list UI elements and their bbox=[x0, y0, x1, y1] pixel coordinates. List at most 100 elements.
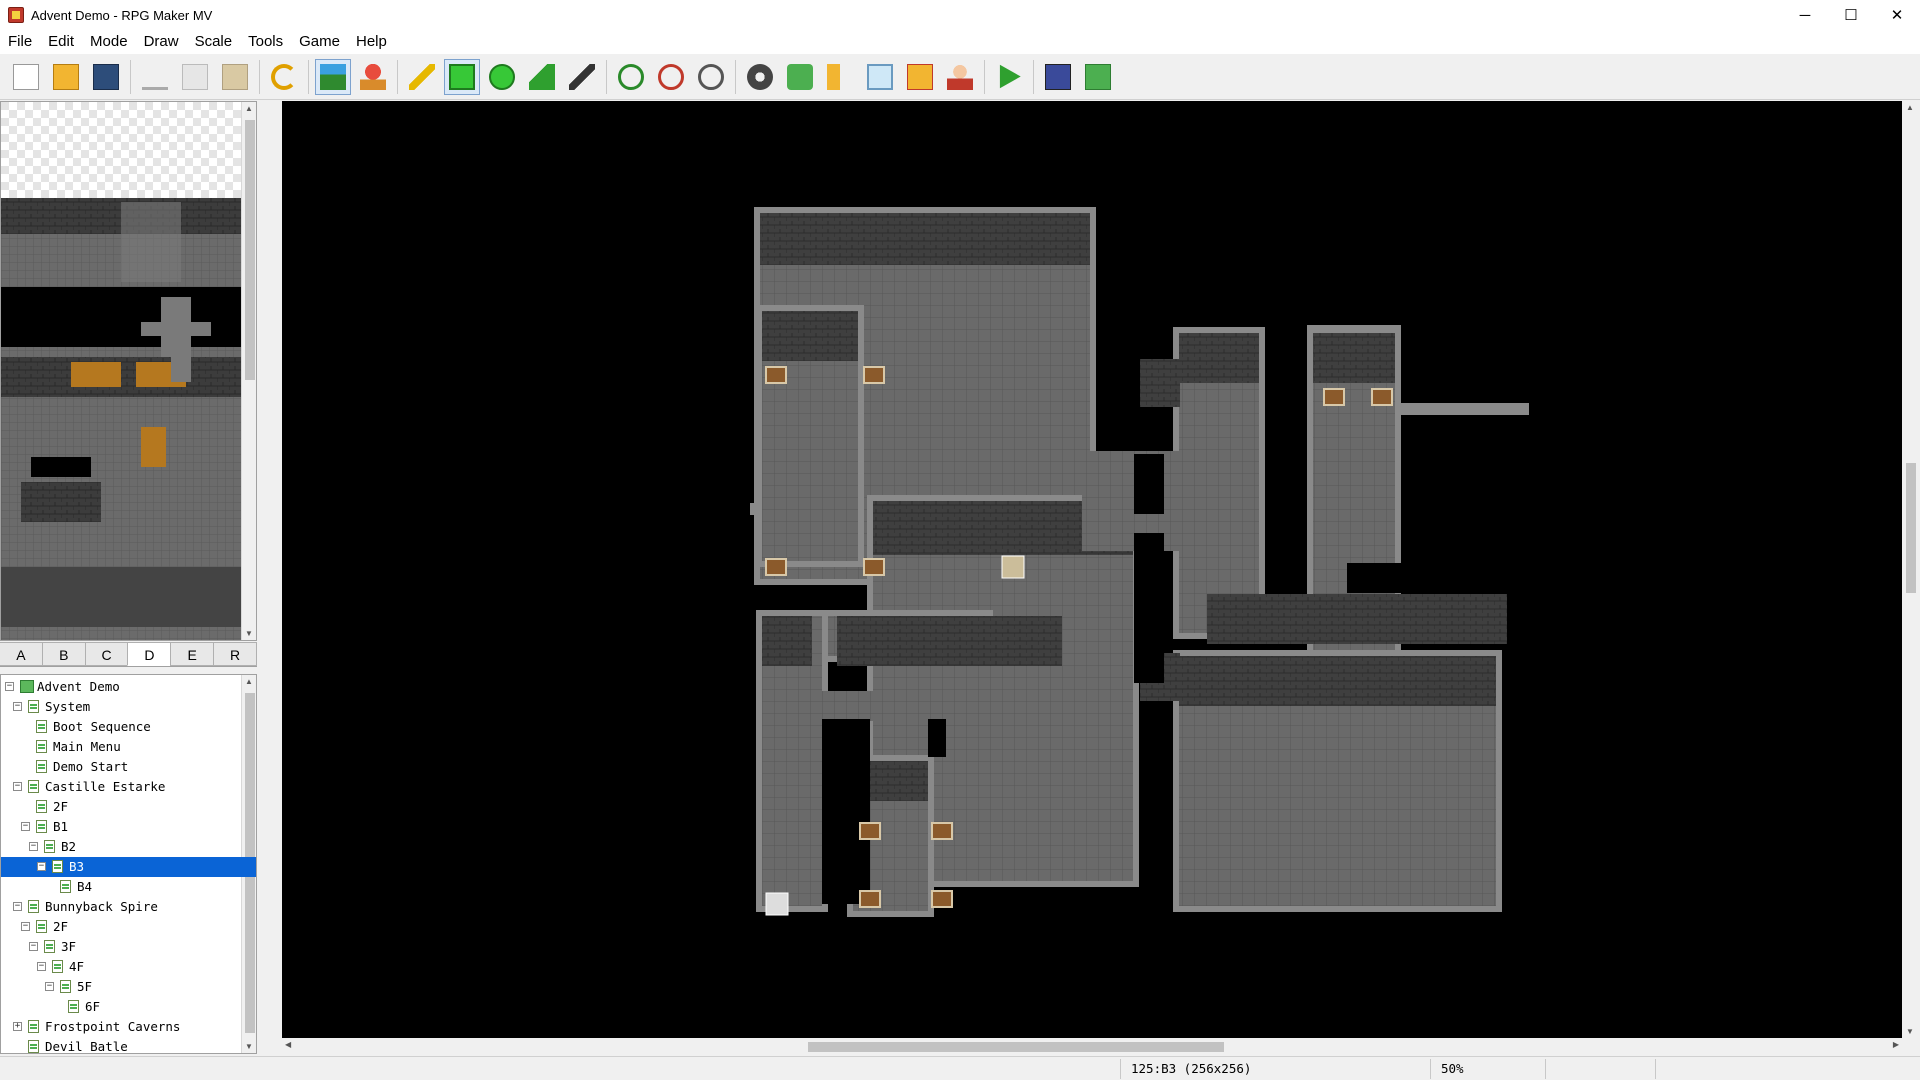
menu-mode[interactable]: Mode bbox=[82, 30, 136, 54]
map-tree-item[interactable]: − Advent Demo bbox=[1, 677, 256, 697]
menu-edit[interactable]: Edit bbox=[40, 30, 82, 54]
scroll-left-icon[interactable]: ◀ bbox=[285, 1040, 291, 1049]
sound-test-button[interactable] bbox=[822, 59, 858, 95]
collapse-icon[interactable]: − bbox=[13, 902, 22, 911]
tileset-image[interactable] bbox=[1, 102, 257, 641]
menu-draw[interactable]: Draw bbox=[136, 30, 187, 54]
map-tree-item[interactable]: + Frostpoint Caverns bbox=[1, 1017, 256, 1037]
map-vertical-scrollbar[interactable]: ▲ ▼ bbox=[1902, 101, 1920, 1038]
cut-button[interactable] bbox=[137, 59, 173, 95]
collapse-icon[interactable]: − bbox=[29, 942, 38, 951]
map-tree-item[interactable]: − B3 bbox=[1, 857, 256, 877]
zoom-in-button[interactable] bbox=[613, 59, 649, 95]
map-tree-item[interactable]: − 4F bbox=[1, 957, 256, 977]
map-tree-item[interactable]: Devil Batle bbox=[1, 1037, 256, 1053]
actual-size-button[interactable] bbox=[693, 59, 729, 95]
event-searcher-button[interactable] bbox=[862, 59, 898, 95]
deploy-button[interactable] bbox=[1080, 59, 1116, 95]
tileset-palette[interactable]: ▲ ▼ bbox=[0, 101, 257, 641]
tileset-scroll-thumb[interactable] bbox=[245, 120, 255, 380]
map-tree-item[interactable]: − 5F bbox=[1, 977, 256, 997]
tileset-tab-r[interactable]: R bbox=[213, 642, 257, 666]
map-tree-item[interactable]: − B2 bbox=[1, 837, 256, 857]
collapse-icon[interactable]: − bbox=[13, 782, 22, 791]
tileset-tab-e[interactable]: E bbox=[170, 642, 215, 666]
tileset-tab-d[interactable]: D bbox=[127, 642, 172, 666]
database-button[interactable] bbox=[742, 59, 778, 95]
tileset-tab-b[interactable]: B bbox=[41, 642, 86, 666]
map-tree-label: 4F bbox=[69, 959, 85, 974]
scroll-down-icon[interactable]: ▼ bbox=[1906, 1027, 1914, 1036]
resource-manager-button[interactable] bbox=[902, 59, 938, 95]
menu-file[interactable]: File bbox=[0, 30, 40, 54]
map-tree-item[interactable]: 2F bbox=[1, 797, 256, 817]
map-tree-item[interactable]: − System bbox=[1, 697, 256, 717]
character-generator-button[interactable] bbox=[942, 59, 978, 95]
collapse-icon[interactable]: − bbox=[37, 862, 46, 871]
map-tree-item[interactable]: 6F bbox=[1, 997, 256, 1017]
scroll-down-icon[interactable]: ▼ bbox=[245, 629, 253, 638]
tileset-tab-c[interactable]: C bbox=[84, 642, 129, 666]
map-tree-item[interactable]: Demo Start bbox=[1, 757, 256, 777]
event-marker bbox=[1001, 555, 1025, 579]
paste-button[interactable] bbox=[217, 59, 253, 95]
collapse-icon[interactable]: − bbox=[29, 842, 38, 851]
menu-scale[interactable]: Scale bbox=[187, 30, 241, 54]
playtest-button[interactable] bbox=[991, 59, 1027, 95]
minimize-button[interactable]: ─ bbox=[1782, 0, 1828, 30]
plugin-manager-button[interactable] bbox=[782, 59, 818, 95]
scroll-right-icon[interactable]: ▶ bbox=[1893, 1040, 1899, 1049]
map-dungeon-b3[interactable] bbox=[282, 101, 1902, 1038]
pencil-icon bbox=[409, 63, 435, 90]
undo-button[interactable] bbox=[266, 59, 302, 95]
open-project-button[interactable] bbox=[48, 59, 84, 95]
map-mode-button[interactable] bbox=[315, 58, 351, 95]
splitter[interactable] bbox=[257, 101, 282, 1056]
new-project-button[interactable] bbox=[8, 59, 44, 95]
rectangle-button[interactable] bbox=[444, 58, 480, 95]
save-project-button[interactable] bbox=[88, 59, 124, 95]
ellipse-button[interactable] bbox=[484, 59, 520, 95]
map-icon bbox=[28, 900, 39, 913]
map-tree-item[interactable]: B4 bbox=[1, 877, 256, 897]
pencil-button[interactable] bbox=[404, 59, 440, 95]
zoom-out-button[interactable] bbox=[653, 59, 689, 95]
map-tree-item[interactable]: − Bunnyback Spire bbox=[1, 897, 256, 917]
map-editor-canvas[interactable] bbox=[282, 101, 1902, 1038]
map-tree-item[interactable]: Boot Sequence bbox=[1, 717, 256, 737]
collapse-icon[interactable]: − bbox=[21, 922, 30, 931]
scroll-up-icon[interactable]: ▲ bbox=[245, 104, 253, 113]
map-vscroll-thumb[interactable] bbox=[1906, 463, 1916, 593]
menu-game[interactable]: Game bbox=[291, 30, 348, 54]
menu-tools[interactable]: Tools bbox=[240, 30, 291, 54]
close-button[interactable]: ✕ bbox=[1874, 0, 1920, 30]
map-tree-item[interactable]: Main Menu bbox=[1, 737, 256, 757]
copy-button[interactable] bbox=[177, 59, 213, 95]
map-icon bbox=[36, 920, 47, 933]
shadow-pen-button[interactable] bbox=[564, 59, 600, 95]
menu-help[interactable]: Help bbox=[348, 30, 395, 54]
fill-button[interactable] bbox=[524, 59, 560, 95]
collapse-icon[interactable]: − bbox=[45, 982, 54, 991]
collapse-icon[interactable]: − bbox=[21, 822, 30, 831]
map-tree-label: B3 bbox=[69, 859, 85, 874]
tileset-scrollbar[interactable]: ▲ ▼ bbox=[241, 102, 256, 640]
map-tree-item[interactable]: − 3F bbox=[1, 937, 256, 957]
map-horizontal-scrollbar[interactable]: ◀ ▶ bbox=[282, 1038, 1902, 1056]
map-tree-item[interactable]: − B1 bbox=[1, 817, 256, 837]
map-tree-item[interactable]: − 2F bbox=[1, 917, 256, 937]
collapse-icon[interactable]: − bbox=[13, 702, 22, 711]
event-mode-button[interactable] bbox=[355, 59, 391, 95]
map-tree[interactable]: ▲ ▼ − Advent Demo − System Boot Sequence Main… bbox=[0, 674, 257, 1054]
map-hscroll-thumb[interactable] bbox=[808, 1042, 1224, 1052]
collapse-icon[interactable]: − bbox=[37, 962, 46, 971]
tileset-tab-a[interactable]: A bbox=[0, 642, 43, 666]
collapse-icon[interactable]: − bbox=[5, 682, 14, 691]
scroll-up-icon[interactable]: ▲ bbox=[1906, 103, 1914, 112]
open-folder-button[interactable] bbox=[1040, 59, 1076, 95]
maximize-button[interactable]: ☐ bbox=[1828, 0, 1874, 30]
expand-icon[interactable]: + bbox=[13, 1022, 22, 1031]
map-tree-label: 5F bbox=[77, 979, 93, 994]
map-tree-item[interactable]: − Castille Estarke bbox=[1, 777, 256, 797]
map-icon bbox=[44, 840, 55, 853]
